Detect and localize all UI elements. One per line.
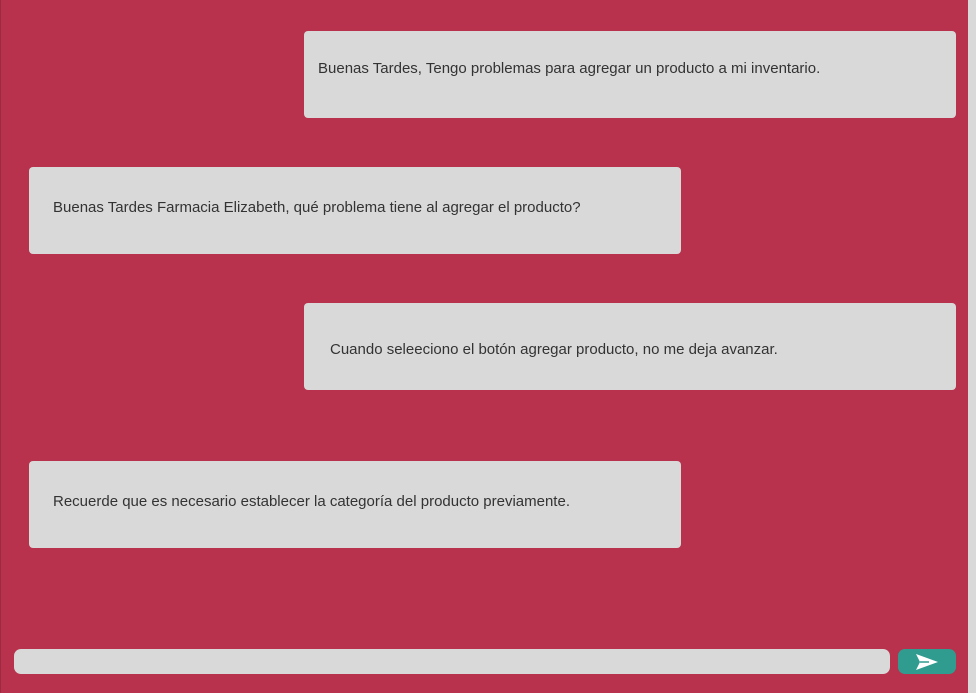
message-bubble-user: Cuando seleeciono el botón agregar produ… bbox=[304, 303, 956, 390]
message-bubble-support: Recuerde que es necesario establecer la … bbox=[29, 461, 681, 548]
send-icon bbox=[915, 653, 939, 671]
message-text: Buenas Tardes Farmacia Elizabeth, qué pr… bbox=[53, 199, 581, 216]
message-input[interactable] bbox=[14, 649, 890, 674]
chat-window: Buenas Tardes, Tengo problemas para agre… bbox=[0, 0, 968, 693]
message-text: Recuerde que es necesario establecer la … bbox=[53, 493, 570, 510]
message-bubble-support: Buenas Tardes Farmacia Elizabeth, qué pr… bbox=[29, 167, 681, 254]
send-button[interactable] bbox=[898, 649, 956, 674]
message-bubble-user: Buenas Tardes, Tengo problemas para agre… bbox=[304, 31, 956, 118]
scrollbar-track[interactable] bbox=[968, 0, 976, 693]
message-text: Buenas Tardes, Tengo problemas para agre… bbox=[318, 60, 821, 77]
message-text: Cuando seleeciono el botón agregar produ… bbox=[330, 341, 778, 358]
